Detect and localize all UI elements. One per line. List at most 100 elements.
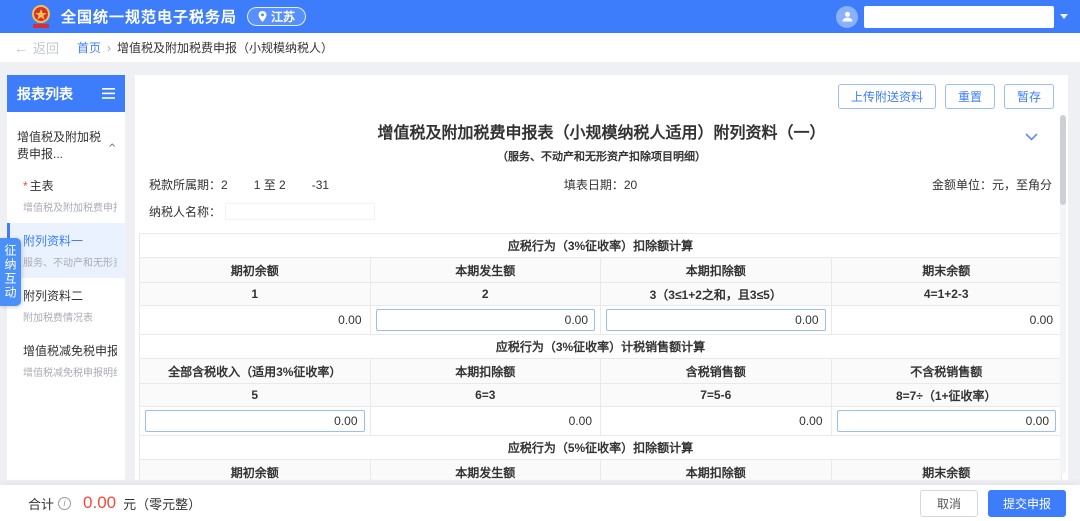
column-header: 期初余额: [140, 258, 371, 283]
breadcrumb-home[interactable]: 首页: [77, 39, 101, 56]
column-header: 期初余额: [140, 460, 371, 481]
breadcrumb: ← 返回 首页 › 增值税及附加税费申报（小规模纳税人）: [0, 33, 1080, 62]
column-header: 本期发生额: [370, 258, 601, 283]
sidebar-group-label: 增值税及附加税费申报...: [17, 128, 109, 162]
column-code: 1: [140, 283, 371, 306]
sidebar-item-subtitle: 增值税减免税申报明细表: [23, 364, 117, 379]
tax-bureau-emblem-icon: [30, 4, 52, 30]
taxinclusive-sales-value: 0.00: [601, 407, 832, 436]
taxpayer-name-row: 纳税人名称：: [149, 203, 1054, 220]
sidebar-item-subtitle: 服务、不动产和无形资产扣.: [23, 254, 117, 269]
sidebar-item-subtitle: 附加税费情况表: [23, 309, 117, 324]
location-pin-icon: [258, 11, 267, 22]
app-title: 全国统一规范电子税务局: [61, 6, 237, 27]
sidebar-item-label: 增值税减免税申报明...: [23, 342, 117, 359]
total-taxinclusive-income-input[interactable]: [145, 410, 365, 432]
current-deduction-value: 0.00: [370, 407, 601, 436]
column-code: 4=1+2-3: [831, 283, 1062, 306]
section-title: 应税行为（5%征收率）扣除额计算: [140, 436, 1062, 460]
back-button[interactable]: 返回: [33, 38, 59, 57]
sidebar-item-label: 附列资料一: [23, 232, 117, 249]
tax-interaction-tab[interactable]: 征纳互动: [0, 238, 21, 306]
collapse-form-chevron-icon[interactable]: [1025, 133, 1038, 141]
tax-interaction-tab-label: 征纳互动: [2, 244, 19, 300]
table-code-row: 5 6=3 7=5-6 8=7÷（1+征收率）: [140, 384, 1062, 407]
form-meta-row: 税款所属期：21 至 2-31 填表日期：20 金额单位：元，至角分: [149, 176, 1052, 193]
required-star: *: [23, 179, 28, 193]
column-header: 本期扣除额: [370, 359, 601, 384]
deduction-calc-table: 应税行为（3%征收率）扣除额计算 期初余额 本期发生额 本期扣除额 期末余额 1…: [139, 233, 1062, 480]
column-code: 8=7÷（1+征收率）: [831, 384, 1062, 407]
sidebar-item-label: 附列资料二: [23, 287, 117, 304]
opening-balance-3pct-value: 0.00: [140, 306, 371, 335]
username-field[interactable]: [864, 6, 1054, 28]
menu-list-icon[interactable]: [102, 88, 115, 99]
table-value-row: 0.00 0.00: [140, 407, 1062, 436]
region-badge-label: 江苏: [271, 8, 295, 25]
taxexclusive-sales-input[interactable]: [837, 410, 1057, 432]
save-draft-button[interactable]: 暂存: [1004, 84, 1054, 109]
column-header: 期末余额: [831, 460, 1062, 481]
amount-unit-note: 金额单位：元，至角分: [751, 176, 1052, 193]
table-header-row: 期初余额 本期发生额 本期扣除额 期末余额: [140, 460, 1062, 481]
sidebar-item-attachment-two[interactable]: 附列资料二 附加税费情况表: [7, 278, 125, 333]
sidebar-item-label: 主表: [30, 179, 54, 193]
report-list-sidebar: 报表列表 增值税及附加税费申报... *主表 增值税及附加税费申报表 附列资料一…: [7, 75, 125, 480]
total-amount: 0.00: [83, 493, 116, 513]
sidebar-item-attachment-one[interactable]: 附列资料一 服务、不动产和无形资产扣.: [7, 223, 125, 278]
total-label: 合计: [28, 494, 54, 513]
sidebar-item-subtitle: 增值税及附加税费申报表: [23, 199, 117, 214]
taxpayer-name-field[interactable]: [225, 203, 375, 220]
column-header: 本期扣除额: [601, 258, 832, 283]
user-avatar-icon[interactable]: [836, 6, 858, 28]
current-deduction-3pct-input[interactable]: [606, 309, 826, 331]
column-code: 2: [370, 283, 601, 306]
current-period-amount-3pct-input[interactable]: [376, 309, 596, 331]
closing-balance-3pct-value: 0.00: [831, 306, 1062, 335]
sidebar-item-main-form[interactable]: *主表 增值税及附加税费申报表: [7, 168, 125, 223]
table-header-row: 全部含税收入（适用3%征收率） 本期扣除额 含税销售额 不含税销售额: [140, 359, 1062, 384]
form-subtitle: （服务、不动产和无形资产扣除项目明细）: [135, 148, 1068, 164]
table-value-row: 0.00 0.00: [140, 306, 1062, 335]
section-title: 应税行为（3%征收率）计税销售额计算: [140, 335, 1062, 359]
info-icon[interactable]: i: [58, 497, 71, 510]
column-header: 全部含税收入（适用3%征收率）: [140, 359, 371, 384]
top-header-bar: 全国统一规范电子税务局 江苏: [0, 0, 1080, 33]
sidebar-title: 报表列表: [17, 84, 73, 104]
form-main-panel: 上传附送资料 重置 暂存 增值税及附加税费申报表（小规模纳税人适用）附列资料（一…: [135, 75, 1068, 480]
reset-button[interactable]: 重置: [945, 84, 995, 109]
user-menu-caret-icon[interactable]: [1060, 14, 1068, 19]
sidebar-item-vat-exemption[interactable]: 增值税减免税申报明... 增值税减免税申报明细表: [7, 333, 125, 388]
tax-period: 税款所属期：21 至 2-31: [149, 176, 450, 193]
column-header: 不含税销售额: [831, 359, 1062, 384]
form-toolbar: 上传附送资料 重置 暂存: [838, 84, 1054, 109]
breadcrumb-current: 增值税及附加税费申报（小规模纳税人）: [117, 39, 333, 56]
column-header: 本期发生额: [370, 460, 601, 481]
footer-bar: 合计 i 0.00 元（零元整） 取消 提交申报: [0, 485, 1080, 521]
chevron-up-icon: [109, 142, 115, 148]
table-code-row: 1 2 3（3≤1+2之和，且3≤5） 4=1+2-3: [140, 283, 1062, 306]
taxpayer-name-label: 纳税人名称：: [149, 203, 221, 220]
sidebar-group-vat-declaration[interactable]: 增值税及附加税费申报...: [7, 112, 125, 168]
vertical-scrollbar[interactable]: [1060, 115, 1066, 474]
submit-declaration-button[interactable]: 提交申报: [988, 490, 1066, 517]
total-unit: 元（零元整）: [123, 494, 201, 513]
section-title: 应税行为（3%征收率）扣除额计算: [140, 234, 1062, 258]
table-header-row: 期初余额 本期发生额 本期扣除额 期末余额: [140, 258, 1062, 283]
form-title: 增值税及附加税费申报表（小规模纳税人适用）附列资料（一）: [135, 119, 1068, 143]
cancel-button[interactable]: 取消: [920, 490, 978, 517]
fill-date: 填表日期：20: [450, 176, 751, 193]
sidebar-header: 报表列表: [7, 75, 125, 112]
column-code: 5: [140, 384, 371, 407]
column-header: 本期扣除额: [601, 460, 832, 481]
upload-attachments-button[interactable]: 上传附送资料: [838, 84, 936, 109]
column-code: 3（3≤1+2之和，且3≤5）: [601, 283, 832, 306]
scrollbar-thumb[interactable]: [1060, 115, 1066, 205]
back-arrow-icon[interactable]: ←: [14, 40, 28, 56]
breadcrumb-separator: ›: [107, 41, 111, 55]
column-code: 6=3: [370, 384, 601, 407]
column-code: 7=5-6: [601, 384, 832, 407]
column-header: 期末余额: [831, 258, 1062, 283]
region-badge[interactable]: 江苏: [247, 7, 306, 26]
column-header: 含税销售额: [601, 359, 832, 384]
